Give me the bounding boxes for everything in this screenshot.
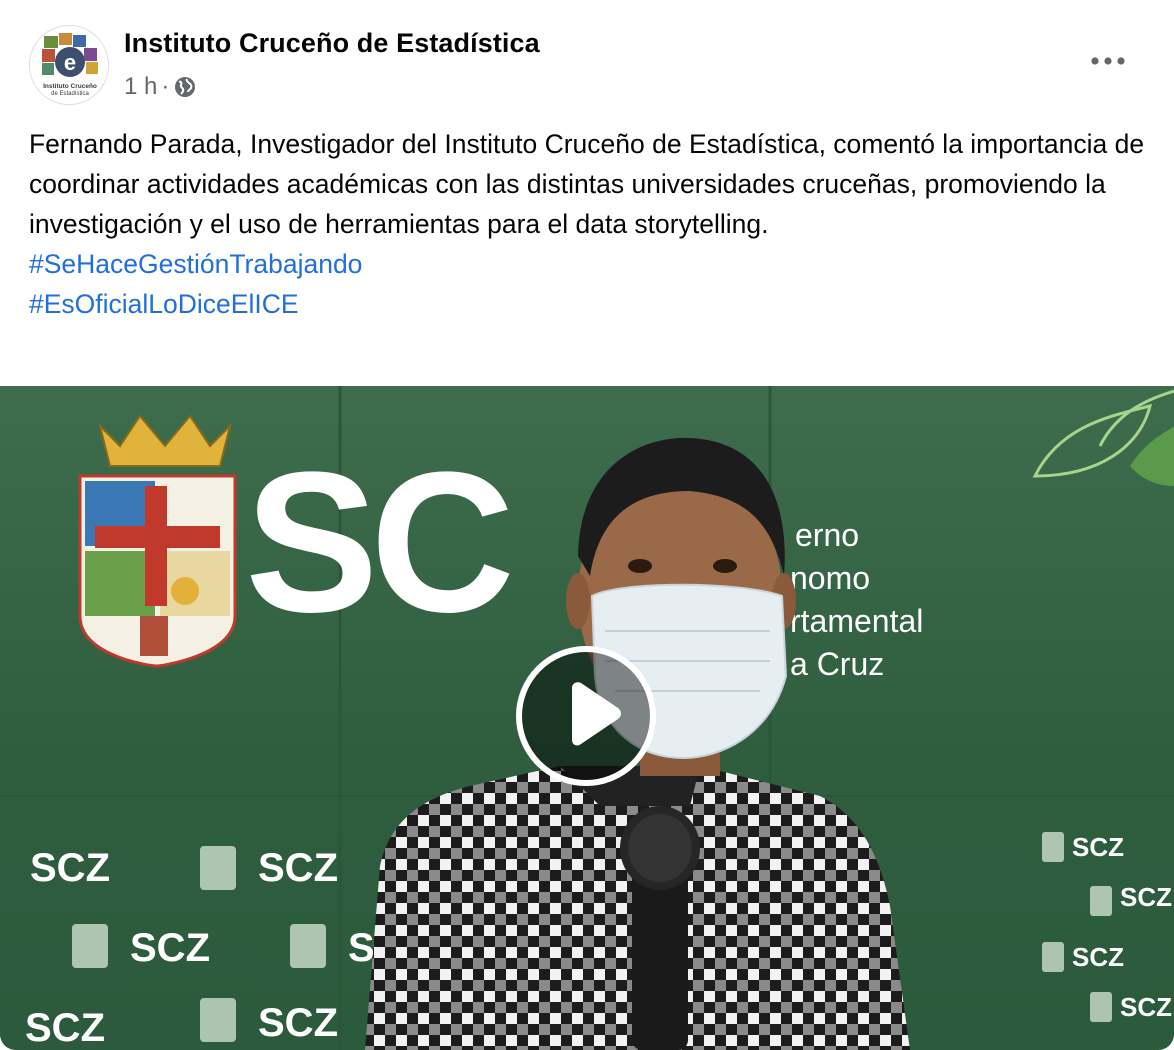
- backdrop-text-line: rtamental: [790, 603, 923, 639]
- globe-icon[interactable]: [173, 75, 197, 99]
- avatar-caption-line2: de Estadística: [51, 91, 89, 97]
- hashtag-link[interactable]: #EsOficialLoDiceElICE: [29, 284, 1149, 324]
- avatar-letter: e: [64, 50, 76, 75]
- play-button[interactable]: [516, 646, 656, 786]
- small-logo: SCZ: [258, 846, 338, 890]
- backdrop-text-line: nomo: [790, 560, 870, 596]
- post-meta: 1 h ·: [124, 72, 197, 102]
- page-avatar[interactable]: e Instituto Cruceño de Estadística: [29, 25, 109, 105]
- small-logo: SCZ: [30, 846, 110, 890]
- post-message: Fernando Parada, Investigador del Instit…: [29, 124, 1149, 324]
- small-logo: SCZ: [25, 1006, 105, 1050]
- small-logo: SCZ: [1120, 882, 1172, 912]
- post-header: e Instituto Cruceño de Estadística Insti…: [0, 0, 1174, 120]
- video-player[interactable]: SC erno nomo rtamental a Cruz SCZ SCZ SC…: [0, 386, 1174, 1050]
- play-icon: [572, 682, 621, 746]
- facebook-post: e Instituto Cruceño de Estadística Insti…: [0, 0, 1174, 1050]
- backdrop-text-line: a Cruz: [790, 646, 884, 682]
- more-options-icon: [1091, 57, 1125, 65]
- avatar-caption-line1: Instituto Cruceño: [43, 83, 97, 90]
- post-text: Fernando Parada, Investigador del Instit…: [29, 129, 1145, 239]
- small-logo: SCZ: [130, 926, 210, 970]
- hashtag-link[interactable]: #SeHaceGestiónTrabajando: [29, 244, 1149, 284]
- page-name-link[interactable]: Instituto Cruceño de Estadística: [124, 28, 540, 59]
- more-options-button[interactable]: [1086, 46, 1130, 76]
- backdrop-text-line: erno: [795, 517, 859, 553]
- post-timestamp[interactable]: 1 h: [124, 73, 157, 101]
- small-logo: SCZ: [1120, 992, 1172, 1022]
- small-logo: SCZ: [1072, 942, 1124, 972]
- small-logo: SCZ: [1072, 832, 1124, 862]
- meta-separator: ·: [161, 73, 170, 100]
- backdrop-logo: SC: [245, 431, 509, 654]
- small-logo: SCZ: [258, 1001, 338, 1045]
